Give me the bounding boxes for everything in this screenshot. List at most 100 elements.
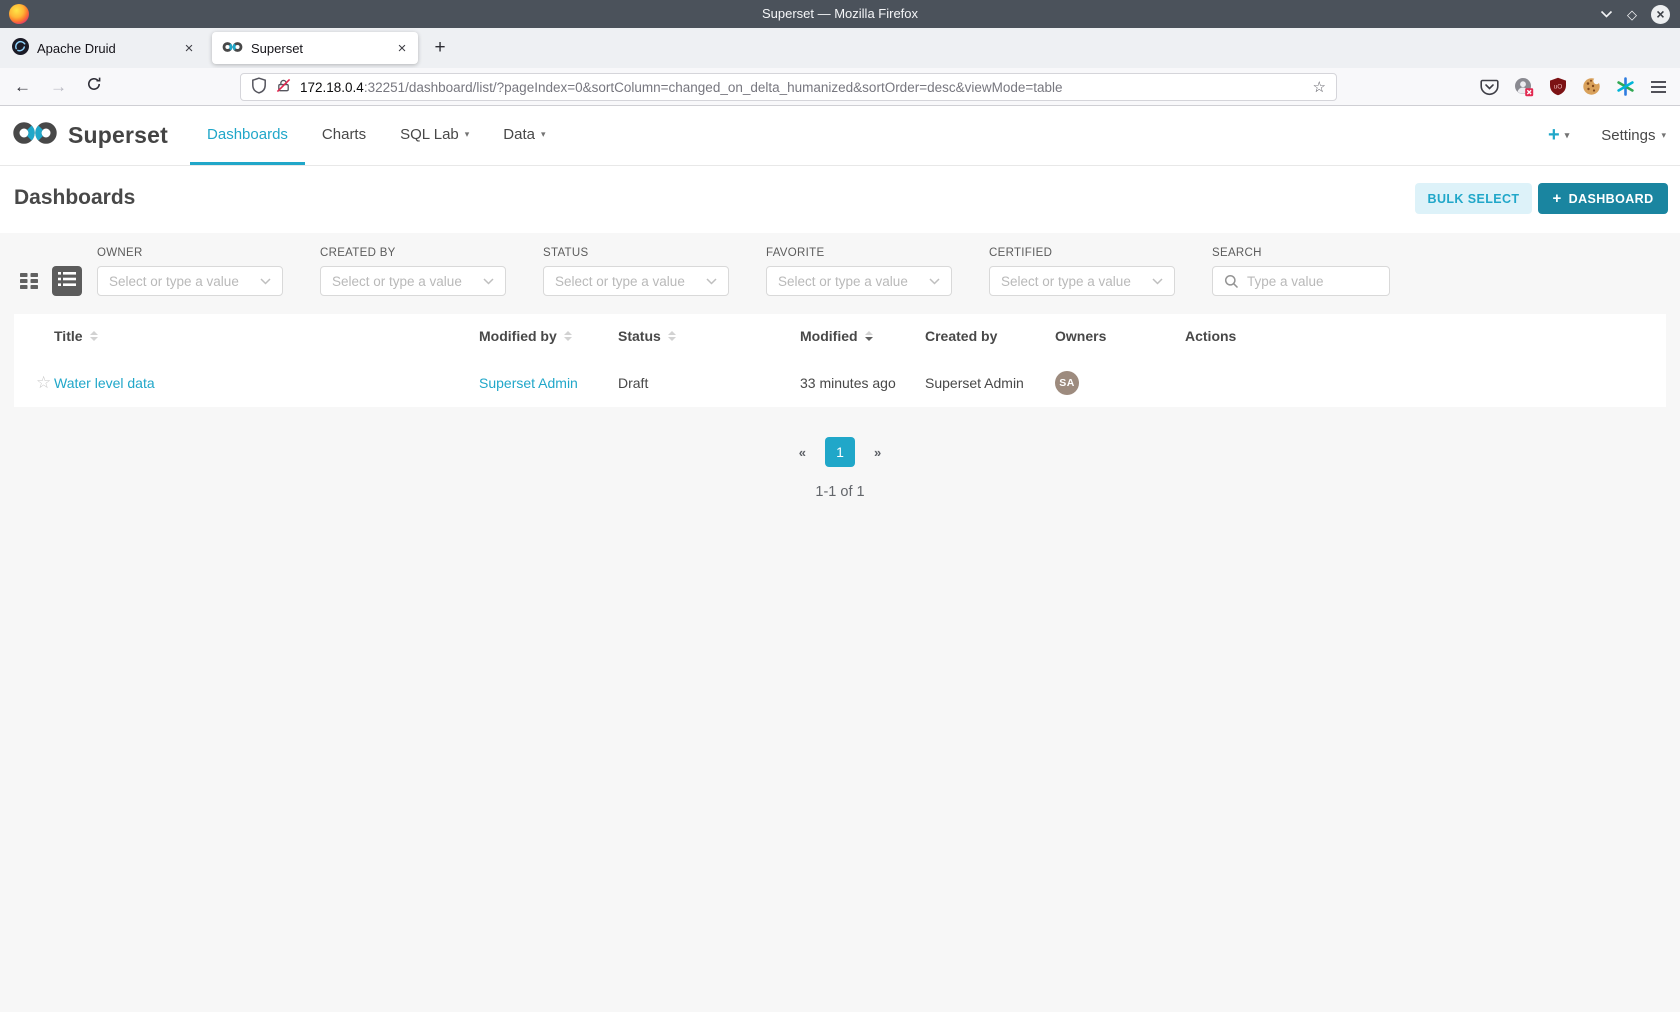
insecure-lock-icon[interactable] [276, 78, 291, 96]
search-input[interactable] [1247, 274, 1378, 289]
dashboard-title-link[interactable]: Water level data [54, 375, 155, 391]
pagination-summary: 1-1 of 1 [0, 484, 1680, 500]
column-header-actions: Actions [1185, 328, 1236, 344]
back-arrow-icon: ← [14, 77, 31, 97]
plus-icon: + [1552, 190, 1561, 207]
close-icon: × [398, 40, 407, 57]
tab-label: Apache Druid [37, 41, 116, 56]
tab-superset[interactable]: Superset × [212, 32, 418, 64]
sort-icon [90, 331, 98, 341]
filter-created-by: CREATED BY [320, 247, 506, 296]
superset-brand[interactable]: Superset [0, 106, 180, 165]
tab-close-button[interactable]: × [181, 40, 197, 57]
card-view-toggle[interactable] [16, 271, 42, 295]
brand-text: Superset [68, 122, 168, 149]
prev-page-button[interactable]: « [799, 445, 806, 460]
filter-status: STATUS [543, 247, 729, 296]
column-header-modified[interactable]: Modified [800, 328, 873, 344]
url-path: :32251/dashboard/list/?pageIndex=0&sortC… [364, 80, 1063, 95]
owner-avatar: SA [1055, 371, 1079, 395]
status-select[interactable] [543, 266, 729, 296]
ublock-shield-icon[interactable]: uO [1549, 77, 1567, 96]
filter-label: SEARCH [1212, 247, 1390, 259]
next-page-button[interactable]: » [874, 445, 881, 460]
shield-icon[interactable] [251, 77, 267, 97]
table-header: Title Modified by Status Modified Create… [14, 314, 1666, 358]
window-titlebar: Superset — Mozilla Firefox ◇ × [0, 0, 1680, 28]
pagination: « 1 » [0, 437, 1680, 467]
column-label: Created by [925, 328, 997, 344]
nav-item-charts[interactable]: Charts [305, 106, 383, 165]
search-box[interactable] [1212, 266, 1390, 296]
window-title: Superset — Mozilla Firefox [0, 0, 1680, 28]
status-cell: Draft [618, 375, 648, 391]
column-label: Owners [1055, 328, 1106, 344]
chevron-down-icon [1600, 5, 1613, 23]
maximize-button[interactable]: ◇ [1627, 8, 1637, 21]
close-icon: × [1656, 6, 1664, 22]
nav-item-data[interactable]: Data▾ [486, 106, 562, 165]
nav-item-sql-lab[interactable]: SQL Lab▾ [383, 106, 486, 165]
caret-down-icon: ▾ [465, 129, 470, 140]
new-item-menu[interactable]: +▾ [1548, 124, 1569, 147]
hamburger-menu-icon[interactable] [1650, 80, 1667, 94]
owner-select[interactable] [97, 266, 283, 296]
filter-label: CREATED BY [320, 247, 506, 259]
nav-label: Dashboards [207, 126, 288, 143]
created-by-select[interactable] [320, 266, 506, 296]
nav-item-dashboards[interactable]: Dashboards [190, 106, 305, 165]
filter-favorite: FAVORITE [766, 247, 952, 296]
account-icon[interactable] [1514, 77, 1534, 97]
created-by-select-input[interactable] [332, 274, 475, 289]
settings-menu[interactable]: Settings▾ [1601, 127, 1666, 144]
pocket-icon[interactable] [1480, 78, 1499, 96]
column-header-created-by: Created by [925, 328, 997, 344]
tab-close-button[interactable]: × [394, 40, 410, 57]
caret-down-icon: ▾ [541, 129, 546, 140]
column-header-status[interactable]: Status [618, 328, 676, 344]
sort-icon [564, 331, 572, 341]
nav-label: Charts [322, 126, 366, 143]
certified-select-input[interactable] [1001, 274, 1144, 289]
search-icon [1224, 274, 1239, 289]
cookie-icon[interactable] [1582, 77, 1601, 96]
owner-select-input[interactable] [109, 274, 252, 289]
tab-label: Superset [251, 41, 303, 56]
column-header-title[interactable]: Title [54, 328, 98, 344]
tab-apache-druid[interactable]: Apache Druid × [2, 32, 205, 64]
page-1-button[interactable]: 1 [825, 437, 855, 467]
chevron-down-icon [706, 278, 717, 285]
main-menu: Dashboards Charts SQL Lab▾ Data▾ [190, 106, 562, 165]
close-window-button[interactable]: × [1651, 5, 1670, 24]
new-tab-button[interactable]: + [428, 36, 452, 60]
bulk-select-button[interactable]: BULK SELECT [1415, 183, 1532, 214]
bookmark-star-icon[interactable]: ☆ [1313, 78, 1326, 96]
favorite-select[interactable] [766, 266, 952, 296]
certified-select[interactable] [989, 266, 1175, 296]
new-dashboard-label: DASHBOARD [1569, 192, 1654, 206]
reload-button[interactable] [86, 68, 102, 105]
column-header-modified-by[interactable]: Modified by [479, 328, 572, 344]
filter-certified: CERTIFIED [989, 247, 1175, 296]
chevron-down-icon [483, 278, 494, 285]
filter-owner: OWNER [97, 247, 283, 296]
column-header-owners: Owners [1055, 328, 1106, 344]
chevron-down-icon [929, 278, 940, 285]
new-dashboard-button[interactable]: + DASHBOARD [1538, 183, 1668, 214]
list-view-toggle[interactable] [52, 266, 82, 296]
created-by-cell: Superset Admin [925, 375, 1024, 391]
table-row: ☆ Water level data Superset Admin Draft … [14, 358, 1666, 407]
favorite-star-icon[interactable]: ☆ [36, 373, 51, 393]
reload-icon [86, 76, 102, 97]
status-select-input[interactable] [555, 274, 698, 289]
window-controls: ◇ × [1600, 0, 1670, 28]
superset-favicon [222, 41, 243, 56]
url-bar[interactable]: 172.18.0.4:32251/dashboard/list/?pageInd… [240, 73, 1337, 101]
back-button[interactable]: ← [14, 68, 31, 105]
modified-by-link[interactable]: Superset Admin [479, 375, 578, 391]
favorite-select-input[interactable] [778, 274, 921, 289]
forward-button[interactable]: → [50, 68, 67, 105]
extension-asterisk-icon[interactable] [1616, 77, 1635, 96]
column-label: Actions [1185, 328, 1236, 344]
minimize-button[interactable] [1600, 5, 1613, 23]
